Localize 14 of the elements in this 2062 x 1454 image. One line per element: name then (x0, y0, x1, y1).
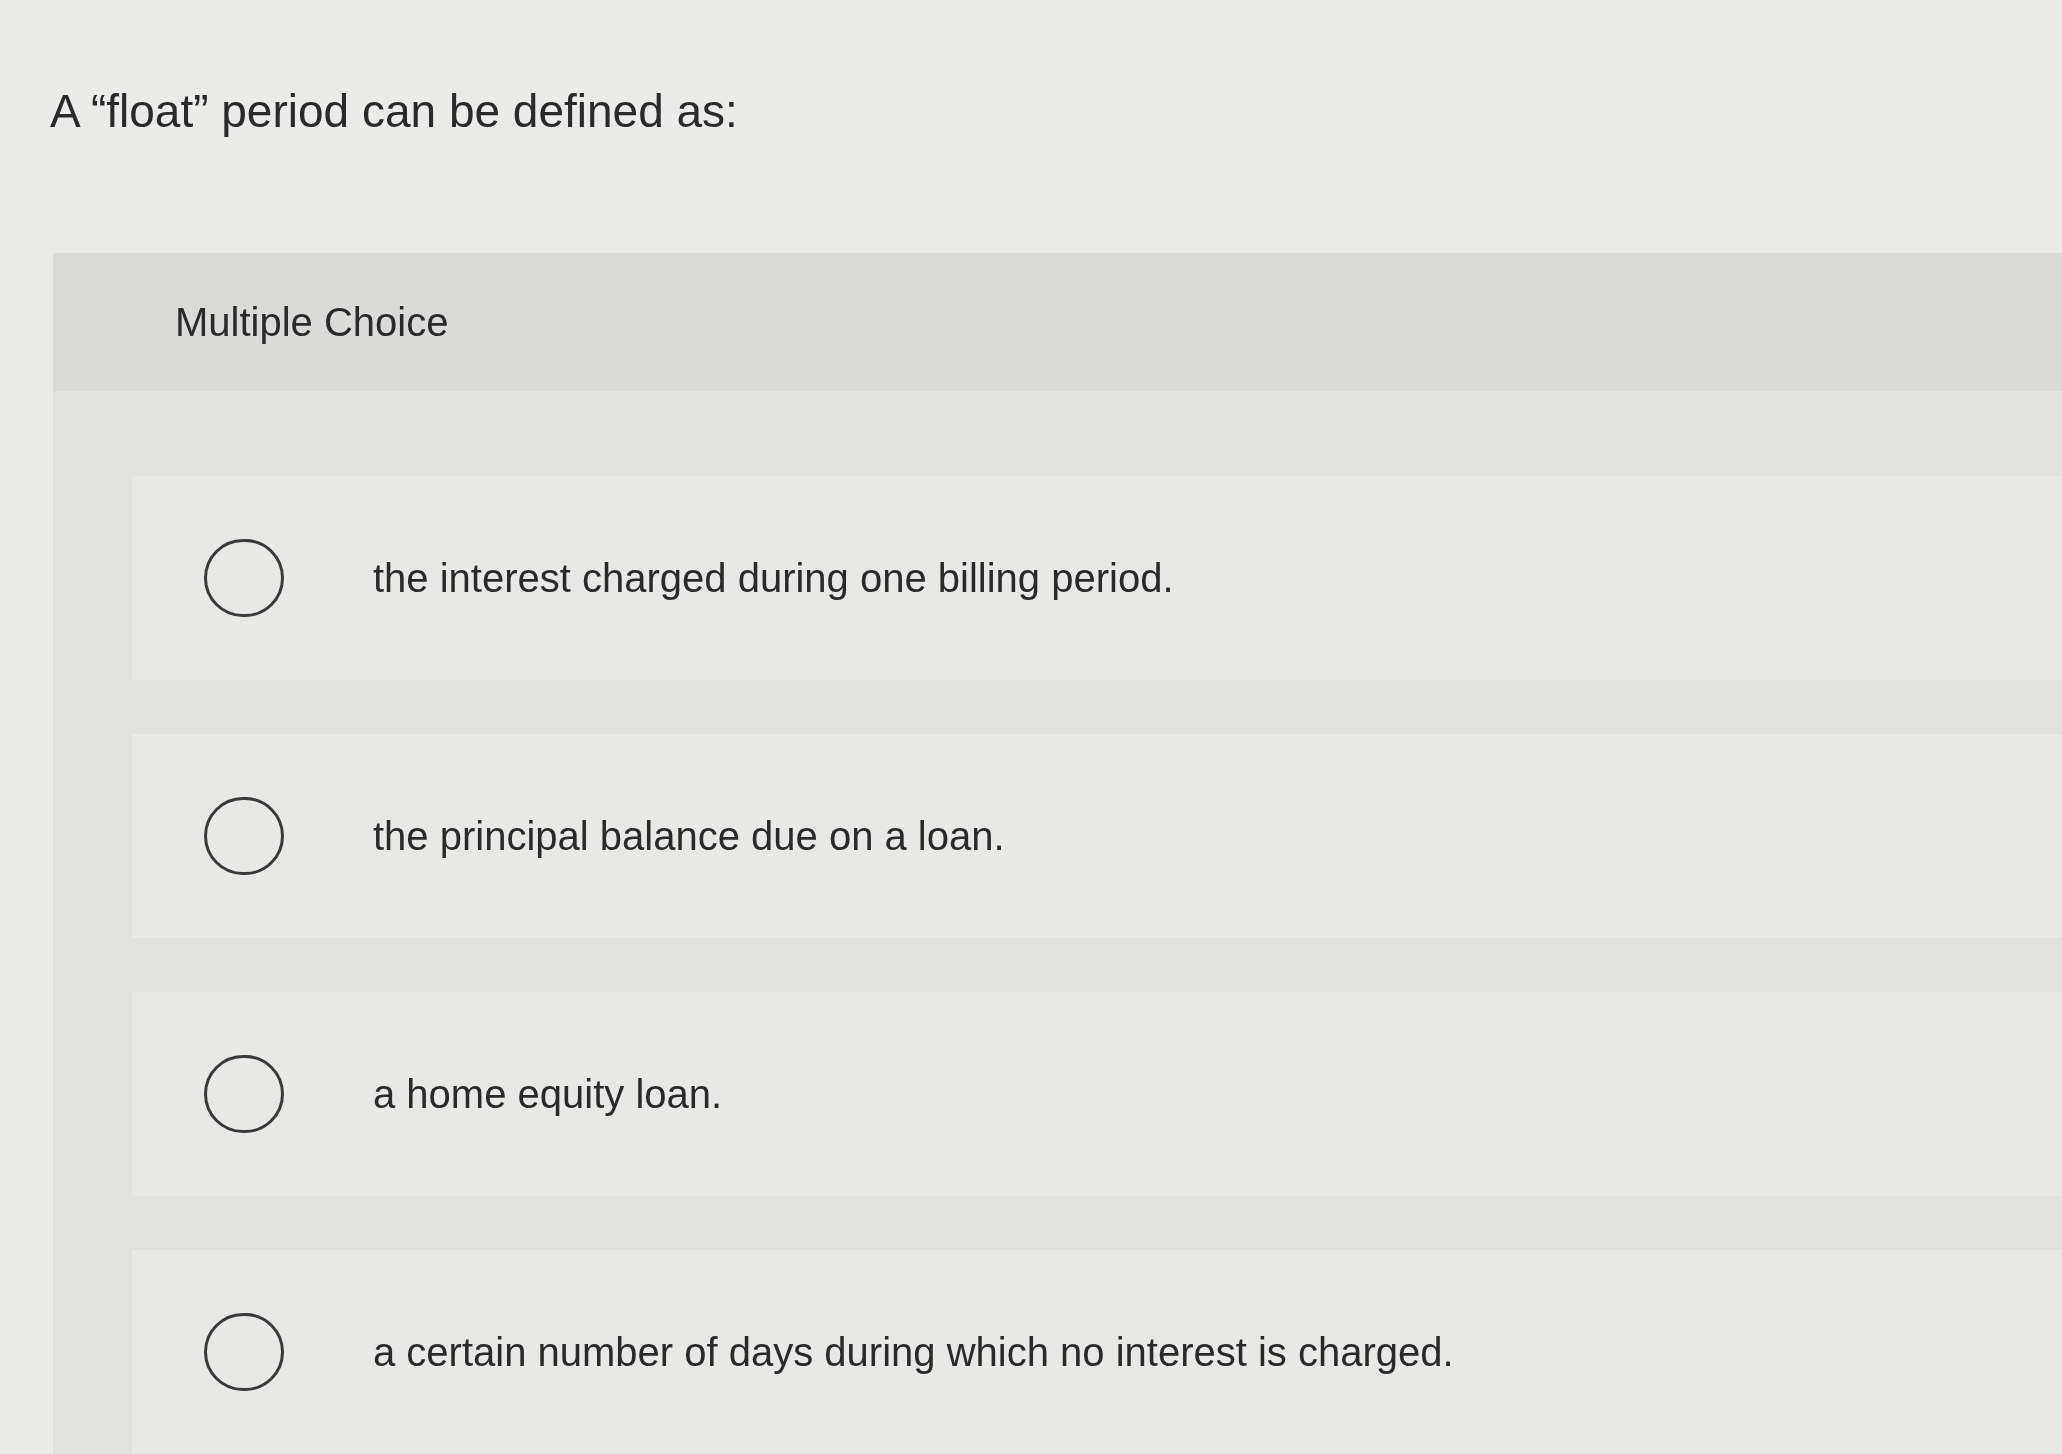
answer-option[interactable]: a certain number of days during which no interest is charged. (132, 1250, 2062, 1454)
answer-option[interactable]: the principal balance due on a loan. (132, 734, 2062, 938)
answer-option[interactable]: a home equity loan. (132, 992, 2062, 1196)
option-text: the interest charged during one billing period. (373, 555, 1174, 601)
option-text: the principal balance due on a loan. (373, 813, 1005, 859)
radio-button[interactable] (204, 1055, 284, 1133)
option-text: a certain number of days during which no interest is charged. (373, 1329, 1454, 1375)
radio-button[interactable] (204, 797, 284, 875)
option-text: a home equity loan. (373, 1071, 723, 1117)
radio-button[interactable] (204, 1313, 284, 1391)
question-text: A “float” period can be defined as: (50, 85, 738, 137)
answer-option[interactable]: the interest charged during one billing period. (132, 476, 2062, 680)
panel-heading: Multiple Choice (175, 299, 449, 345)
radio-button[interactable] (204, 539, 284, 617)
